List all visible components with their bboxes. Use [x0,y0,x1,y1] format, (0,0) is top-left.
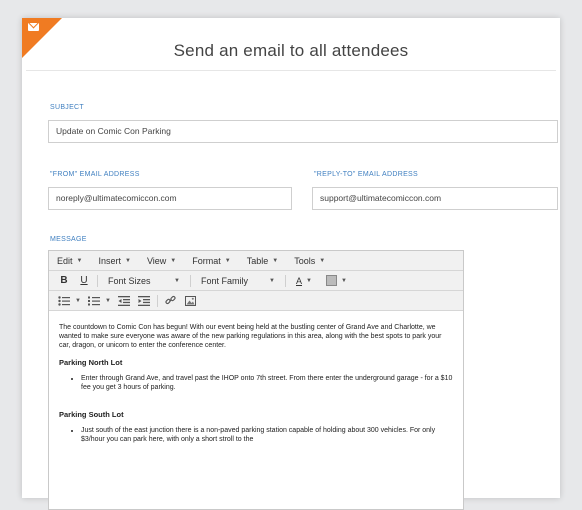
chevron-down-icon: ▼ [75,297,81,304]
menu-format-label: Format [192,255,221,266]
chevron-down-icon: ▼ [104,297,111,304]
toolbar-separator [97,274,98,287]
chevron-down-icon: ▼ [340,277,347,284]
chevron-down-icon: ▼ [272,257,279,264]
list-item: Enter through Grand Ave, and travel past… [81,374,453,392]
toolbar-separator [285,274,286,287]
highlight-icon [325,275,337,286]
chevron-down-icon: ▼ [269,277,275,284]
menu-edit-label: Edit [57,255,73,266]
toolbar-separator [156,294,158,307]
menu-insert-label: Insert [98,255,121,266]
numbered-list-icon[interactable] [87,294,101,308]
font-family-select[interactable]: Font Family ▼ [197,274,279,288]
reply-to-label: "REPLY-TO" EMAIL ADDRESS [314,171,418,178]
mail-icon [28,23,39,31]
font-family-label: Font Family [201,275,249,286]
toolbar-separator [190,274,191,287]
image-icon[interactable] [184,294,198,308]
north-lot-list: Enter through Grand Ave, and travel past… [59,374,453,392]
chevron-down-icon: ▼ [174,277,180,284]
menu-tools[interactable]: Tools ▼ [294,256,325,266]
south-lot-heading: Parking South Lot [59,410,124,419]
message-label: MESSAGE [50,236,87,243]
font-sizes-label: Font Sizes [108,275,151,286]
chevron-down-icon: ▼ [124,257,131,264]
font-sizes-select[interactable]: Font Sizes ▼ [104,274,184,288]
north-lot-heading: Parking North Lot [59,358,123,367]
editor-menubar: Edit ▼ Insert ▼ View ▼ Format ▼ Table ▼ Tools… [49,251,463,271]
menu-table-label: Table [246,255,269,266]
menu-table[interactable]: Table ▼ [247,256,278,266]
chevron-down-icon: ▼ [319,257,326,264]
chevron-down-icon: ▼ [306,277,312,284]
link-icon[interactable] [164,294,178,308]
menu-tools-label: Tools [294,255,316,266]
menu-edit[interactable]: Edit ▼ [57,256,82,266]
text-color-button[interactable]: A ▼ [292,274,316,288]
chevron-down-icon: ▼ [76,257,83,264]
chevron-down-icon: ▼ [224,257,231,264]
title-divider [26,70,556,71]
reply-to-email-input[interactable]: support@ultimatecomiccon.com [312,187,558,210]
bullet-list-icon[interactable] [57,294,71,308]
text-color-label: A [296,275,303,286]
message-body[interactable]: The countdown to Comic Con has begun! Wi… [49,311,463,444]
subject-input[interactable]: Update on Comic Con Parking [48,120,558,143]
menu-view[interactable]: View ▼ [147,256,176,266]
background-color-button[interactable]: ▼ [322,274,351,288]
from-label: "FROM" EMAIL ADDRESS [50,171,140,178]
list-item: Just south of the east junction there is… [81,426,453,444]
page-title: Send an email to all attendees [173,41,409,60]
menu-view-label: View [146,255,167,266]
from-email-input[interactable]: noreply@ultimatecomiccon.com [48,187,292,210]
menu-insert[interactable]: Insert ▼ [98,256,130,266]
bold-button[interactable]: B [57,274,71,288]
message-intro: The countdown to Comic Con has begun! Wi… [59,324,442,349]
outdent-icon[interactable] [117,294,131,308]
subject-label: SUBJECT [50,104,84,111]
indent-icon[interactable] [137,294,151,308]
south-lot-list: Just south of the east junction there is… [59,426,453,444]
chevron-down-icon: ▼ [170,257,177,264]
menu-format[interactable]: Format ▼ [192,256,230,266]
editor-list-toolbar: ▼ ▼ [49,291,463,311]
underline-button[interactable]: U [77,274,91,288]
editor-format-toolbar: B U Font Sizes ▼ Font Family ▼ A ▼ ▼ [49,271,463,291]
message-editor[interactable]: Edit ▼ Insert ▼ View ▼ Format ▼ Table ▼ Tools… [48,250,464,510]
